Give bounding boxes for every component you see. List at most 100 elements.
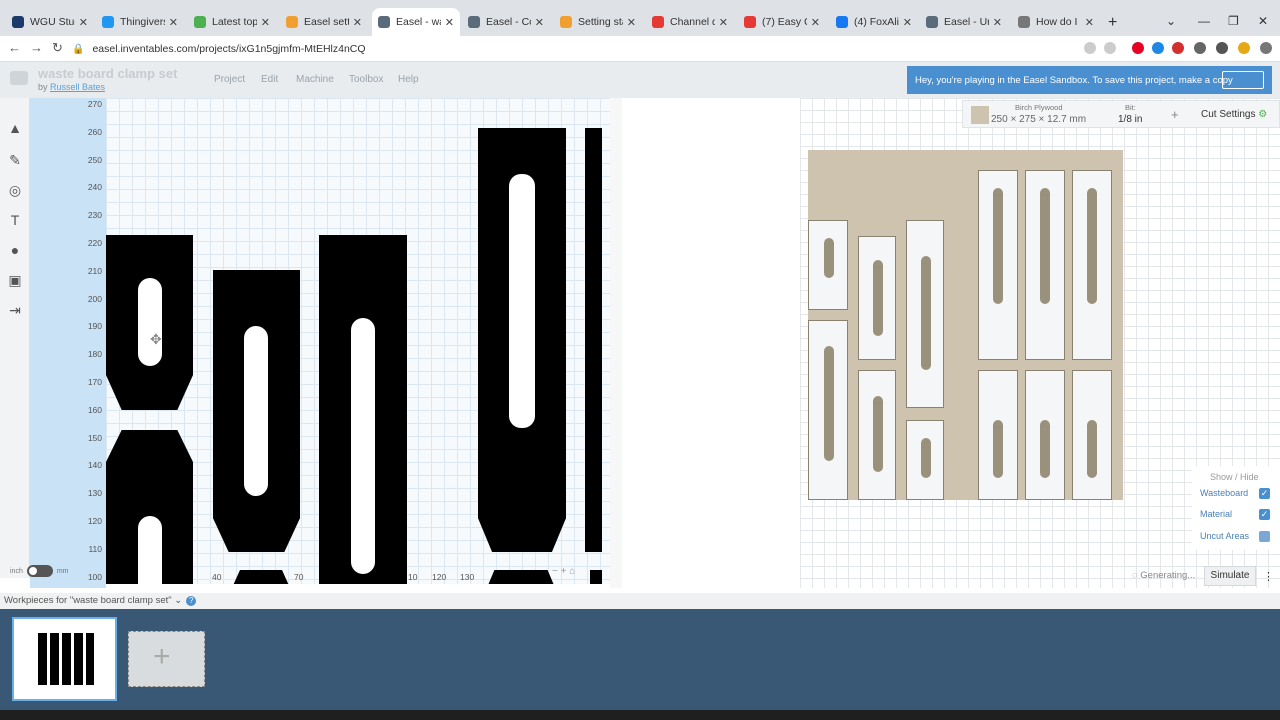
sidebar-icon[interactable] <box>1216 42 1228 54</box>
clamp-slot <box>138 278 162 366</box>
uncut-areas-checkbox[interactable] <box>1259 531 1270 542</box>
extension-icon[interactable] <box>1172 42 1184 54</box>
material-checkbox[interactable]: ✓ <box>1259 509 1270 520</box>
zoom-out-icon[interactable]: − <box>552 566 558 577</box>
tool-panel: ▲ ✎ ◎ T ● ▣ ⇥ <box>0 98 30 578</box>
extensions-puzzle-icon[interactable] <box>1194 42 1206 54</box>
maximize-icon[interactable]: ❐ <box>1228 14 1239 28</box>
show-uncut-areas-label[interactable]: Uncut Areas <box>1200 531 1249 541</box>
text-icon[interactable]: T <box>6 212 24 228</box>
close-window-icon[interactable]: ✕ <box>1258 14 1268 28</box>
browser-tab[interactable]: Easel - waste ✕ <box>372 8 460 36</box>
menu-project[interactable]: Project <box>214 74 245 85</box>
tab-close-icon[interactable]: ✕ <box>79 16 88 29</box>
simulate-button[interactable]: Simulate <box>1204 566 1256 586</box>
reload-icon[interactable]: ↻ <box>52 40 63 56</box>
bit-value[interactable]: 1/8 in <box>1118 114 1142 125</box>
browser-tab[interactable]: (4) FoxAlien C ✕ <box>830 8 918 36</box>
chevron-down-icon[interactable]: ⌄ <box>174 595 182 606</box>
tab-close-icon[interactable]: ✕ <box>903 16 912 29</box>
extension-icon[interactable] <box>1152 42 1164 54</box>
workpieces-label[interactable]: Workpieces for "waste board clamp set" <box>4 595 172 606</box>
clamp-piece[interactable] <box>231 570 291 584</box>
menu-help[interactable]: Help <box>398 74 419 85</box>
easel-logo[interactable] <box>10 71 28 85</box>
apps-icon[interactable]: ● <box>6 242 24 258</box>
ruler-tick-label: 110 <box>88 543 102 554</box>
material-swatch[interactable] <box>971 106 989 124</box>
zoom-in-icon[interactable]: + <box>561 566 567 577</box>
tab-title: Latest topics <box>212 16 257 28</box>
canvas-scrollbar[interactable] <box>610 98 622 588</box>
cut-settings-label: Cut Settings <box>1201 109 1256 120</box>
browser-tab[interactable]: WGU Student ✕ <box>6 8 94 36</box>
show-material-label[interactable]: Material <box>1200 509 1232 519</box>
profile-icon[interactable] <box>1238 42 1250 54</box>
menu-edit[interactable]: Edit <box>261 74 278 85</box>
add-workpiece-button[interactable]: + <box>128 631 205 687</box>
cut-settings-button[interactable]: Cut Settings ⚙ <box>1201 109 1267 120</box>
clamp-piece[interactable] <box>486 570 556 584</box>
browser-tab[interactable]: How do I ma ✕ <box>1012 8 1100 36</box>
tab-close-icon[interactable]: ✕ <box>445 16 454 29</box>
tab-close-icon[interactable]: ✕ <box>719 16 728 29</box>
zoom-controls[interactable]: − + ⌂ <box>552 566 575 577</box>
browser-tab[interactable]: Easel setting ✕ <box>280 8 368 36</box>
clamp-piece[interactable] <box>590 570 602 584</box>
unit-switch[interactable] <box>26 565 53 577</box>
browser-menu-icon[interactable] <box>1260 42 1272 54</box>
tab-close-icon[interactable]: ✕ <box>353 16 362 29</box>
easel-header: waste board clamp set by Russell Bates P… <box>0 62 1280 98</box>
pinterest-extension-icon[interactable] <box>1132 42 1144 54</box>
more-options-icon[interactable]: ⋮ <box>1263 570 1274 583</box>
new-tab-button[interactable]: + <box>1108 14 1117 32</box>
tab-close-icon[interactable]: ✕ <box>993 16 1002 29</box>
make-copy-icon[interactable] <box>1222 71 1264 89</box>
tab-favicon-icon <box>286 16 298 28</box>
sandbox-banner[interactable]: Hey, you're playing in the Easel Sandbox… <box>907 66 1272 94</box>
workpiece-thumbnail[interactable] <box>12 617 117 701</box>
add-bit-icon[interactable]: + <box>1171 107 1179 122</box>
browser-tab[interactable]: Setting start p ✕ <box>554 8 642 36</box>
browser-tab[interactable]: Channel dash ✕ <box>646 8 734 36</box>
forward-icon[interactable]: → <box>30 40 43 55</box>
tab-title: Thingiverse - <box>120 16 165 28</box>
browser-tab[interactable]: Easel - Copy ✕ <box>462 8 550 36</box>
star-icon[interactable] <box>1104 42 1116 54</box>
home-icon[interactable]: ⌂ <box>569 566 575 577</box>
3d-box-icon[interactable]: ▣ <box>6 272 24 288</box>
import-icon[interactable]: ⇥ <box>6 302 24 318</box>
ruler-tick-label: 230 <box>87 210 102 221</box>
clamp-slot <box>138 516 162 584</box>
pen-icon[interactable]: ✎ <box>6 152 24 168</box>
browser-tab[interactable]: Latest topics ✕ <box>188 8 276 36</box>
menu-toolbox[interactable]: Toolbox <box>349 74 383 85</box>
author-link[interactable]: Russell Bates <box>50 82 105 92</box>
show-wasteboard-label[interactable]: Wasteboard <box>1200 488 1248 498</box>
share-icon[interactable] <box>1084 42 1096 54</box>
design-canvas[interactable]: ✥ <box>106 98 610 584</box>
shapes-icon[interactable]: ▲ <box>6 120 24 136</box>
back-icon[interactable]: ← <box>8 40 21 55</box>
tab-search-icon[interactable]: ⌄ <box>1166 14 1176 28</box>
help-icon[interactable]: ? <box>186 596 197 606</box>
project-title[interactable]: waste board clamp set <box>38 66 177 81</box>
tab-close-icon[interactable]: ✕ <box>1085 16 1094 29</box>
clamp-piece[interactable] <box>585 128 602 552</box>
minimize-icon[interactable]: — <box>1198 14 1210 28</box>
tab-close-icon[interactable]: ✕ <box>535 16 544 29</box>
wasteboard-checkbox[interactable]: ✓ <box>1259 488 1270 499</box>
material-dimensions: 250 × 275 × 12.7 mm <box>991 114 1087 125</box>
tab-close-icon[interactable]: ✕ <box>627 16 636 29</box>
tab-close-icon[interactable]: ✕ <box>811 16 820 29</box>
tab-close-icon[interactable]: ✕ <box>169 16 178 29</box>
browser-tab[interactable]: Easel - Untitle ✕ <box>920 8 1008 36</box>
unit-toggle[interactable]: inch mm <box>10 565 69 577</box>
browser-tab[interactable]: Thingiverse - ✕ <box>96 8 184 36</box>
menu-machine[interactable]: Machine <box>296 74 334 85</box>
browser-tab[interactable]: (7) Easy CNC ✕ <box>738 8 826 36</box>
tab-close-icon[interactable]: ✕ <box>261 16 270 29</box>
target-icon[interactable]: ◎ <box>6 182 24 198</box>
material-bar[interactable]: Birch Plywood 250 × 275 × 12.7 mm Bit: 1… <box>962 100 1280 128</box>
url-field[interactable]: 🔒 easel.inventables.com/projects/ixG1n5gj… <box>72 40 1072 58</box>
